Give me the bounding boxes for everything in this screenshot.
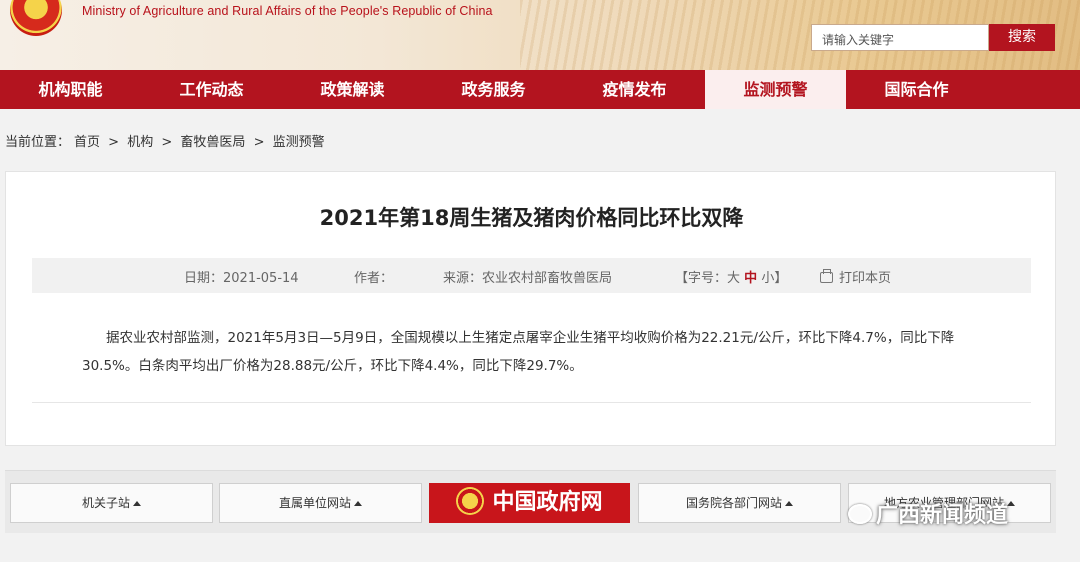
triangle-up-icon bbox=[1007, 501, 1015, 506]
nav-item-services[interactable]: 政务服务 bbox=[423, 70, 564, 109]
nav-item-policy[interactable]: 政策解读 bbox=[282, 70, 423, 109]
triangle-up-icon bbox=[133, 501, 141, 506]
printer-icon bbox=[820, 269, 833, 283]
footer-link-label: 直属单位网站 bbox=[278, 496, 351, 510]
article-author: 作者： bbox=[354, 271, 394, 286]
search-input[interactable]: 请输入关键字 bbox=[811, 24, 989, 51]
wechat-icon bbox=[848, 504, 872, 524]
footer-link-label: 机关子站 bbox=[81, 496, 130, 510]
ministry-english-name: Ministry of Agriculture and Rural Affair… bbox=[82, 4, 493, 18]
footer-link-label: 国务院各部门网站 bbox=[685, 496, 782, 510]
font-size-label-start: 【字号： bbox=[675, 271, 728, 286]
article-card: 2021年第18周生猪及猪肉价格同比环比双降 日期：2021-05-14 作者：… bbox=[5, 171, 1056, 446]
national-emblem-icon bbox=[456, 487, 485, 515]
article-body: 据农业农村部监测，2021年5月3日—5月9日，全国规模以上生猪定点屠宰企业生猪… bbox=[82, 324, 1006, 380]
nav-item-monitoring[interactable]: 监测预警 bbox=[705, 70, 846, 109]
nav-item-international[interactable]: 国际合作 bbox=[846, 70, 987, 109]
breadcrumb-separator: > bbox=[253, 135, 265, 150]
gov-logo-text: 中国政府网 bbox=[492, 490, 603, 515]
footer-link-organ-sites[interactable]: 机关子站 bbox=[10, 483, 213, 523]
breadcrumb-prefix: 当前位置： bbox=[5, 135, 71, 150]
watermark: 广西新闻频道 bbox=[848, 497, 1008, 529]
font-size-large-link[interactable]: 大 bbox=[727, 271, 740, 286]
watermark-text: 广西新闻频道 bbox=[876, 503, 1009, 528]
font-size-medium-link[interactable]: 中 bbox=[744, 271, 757, 286]
breadcrumb: 当前位置： 首页 > 机构 > 畜牧兽医局 > 监测预警 bbox=[5, 131, 329, 150]
print-label: 打印本页 bbox=[839, 271, 892, 286]
footer-link-affiliated-sites[interactable]: 直属单位网站 bbox=[219, 483, 422, 523]
article-meta-bar: 日期：2021-05-14 作者： 来源：农业农村部畜牧兽医局 【字号：大 中 … bbox=[32, 258, 1031, 293]
triangle-up-icon bbox=[354, 501, 362, 506]
article-body-line: 据农业农村部监测，2021年5月3日—5月9日，全国规模以上生猪定点屠宰企业生猪… bbox=[106, 330, 955, 346]
print-link[interactable]: 打印本页 bbox=[820, 267, 891, 286]
divider bbox=[32, 402, 1031, 403]
search-button[interactable]: 搜索 bbox=[989, 24, 1055, 51]
article-date: 日期：2021-05-14 bbox=[184, 271, 299, 286]
nav-item-institutions[interactable]: 机构职能 bbox=[0, 70, 141, 109]
footer-link-state-council-sites[interactable]: 国务院各部门网站 bbox=[638, 483, 841, 523]
font-size-small-link[interactable]: 小 bbox=[761, 271, 774, 286]
article-body-line: 30.5%。白条肉平均出厂价格为28.88元/公斤，环比下降4.4%，同比下降2… bbox=[82, 358, 583, 374]
nav-item-epidemic[interactable]: 疫情发布 bbox=[564, 70, 705, 109]
nav-filler bbox=[987, 70, 1080, 109]
article-title: 2021年第18周生猪及猪肉价格同比环比双降 bbox=[319, 206, 744, 230]
font-size-label-end: 】 bbox=[774, 271, 788, 286]
breadcrumb-separator: > bbox=[108, 135, 120, 150]
article-source: 来源：农业农村部畜牧兽医局 bbox=[443, 271, 613, 286]
breadcrumb-institutions[interactable]: 机构 bbox=[127, 135, 153, 150]
breadcrumb-home[interactable]: 首页 bbox=[74, 135, 100, 150]
font-size-control: 【字号：大 中 小】 bbox=[675, 267, 787, 286]
gov-cn-logo-link[interactable]: 中国政府网 bbox=[429, 483, 630, 523]
breadcrumb-bureau[interactable]: 畜牧兽医局 bbox=[180, 135, 245, 150]
nav-item-news[interactable]: 工作动态 bbox=[141, 70, 282, 109]
main-nav: 机构职能 工作动态 政策解读 政务服务 疫情发布 监测预警 国际合作 bbox=[0, 70, 1080, 109]
triangle-up-icon bbox=[785, 501, 793, 506]
breadcrumb-monitoring[interactable]: 监测预警 bbox=[273, 135, 325, 150]
breadcrumb-separator: > bbox=[161, 135, 173, 150]
